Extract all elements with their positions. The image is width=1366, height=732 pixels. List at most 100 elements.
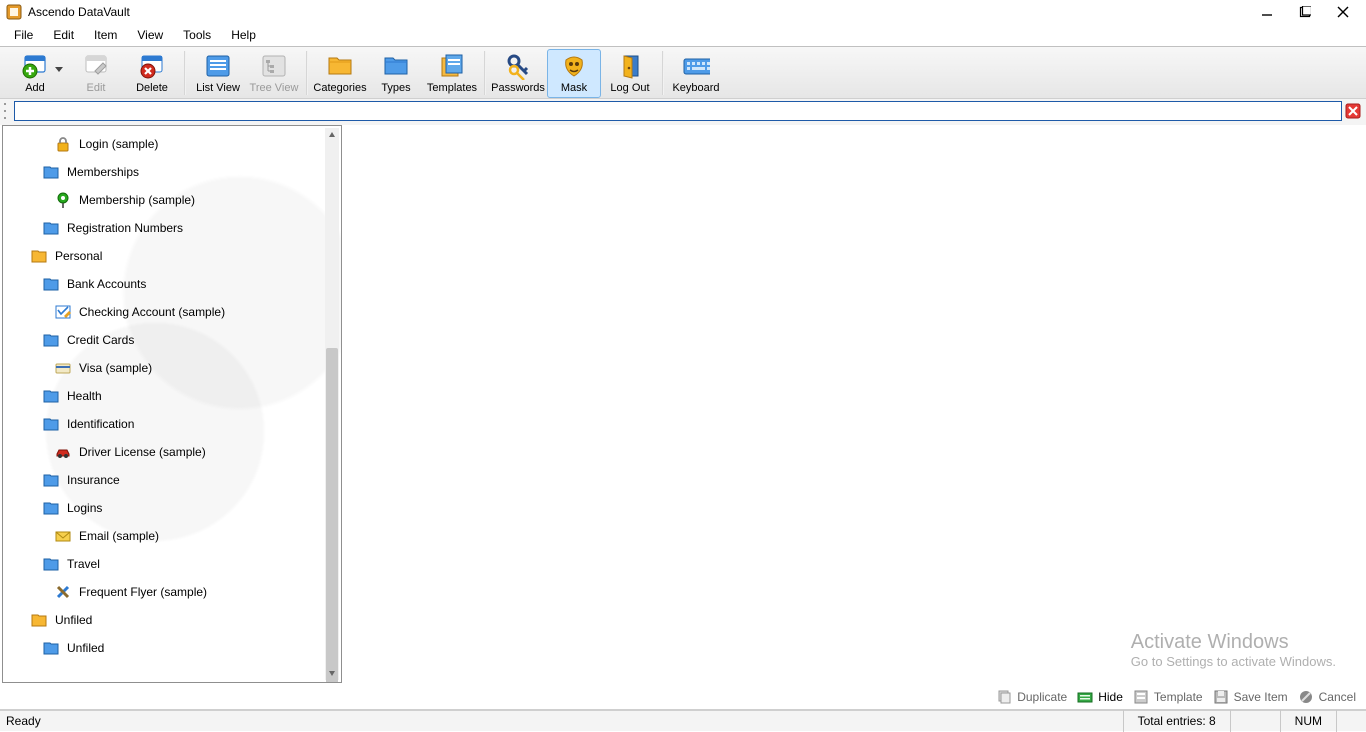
toolbar-categories-label: Categories (313, 82, 366, 94)
toolbar-grip (4, 101, 10, 121)
tree-node[interactable]: Unfiled (37, 634, 323, 662)
status-text: Ready (0, 714, 41, 728)
toolbar-logout-label: Log Out (610, 82, 649, 94)
tree-node-label: Driver License (sample) (79, 445, 206, 459)
action-template-button: Template (1133, 689, 1203, 705)
toolbar-passwords-label: Passwords (491, 82, 545, 94)
dropdown-caret-icon (55, 62, 63, 76)
tree-node[interactable]: Membership (sample) (49, 186, 323, 214)
search-input[interactable] (14, 101, 1342, 121)
folder-b-icon (41, 470, 61, 490)
tree-node[interactable]: Visa (sample) (49, 354, 323, 382)
folder-b-icon (41, 330, 61, 350)
save-icon (1213, 689, 1229, 705)
delete-icon (138, 52, 166, 80)
tree-node[interactable]: Credit Cards (37, 326, 323, 354)
tree-node-label: Login (sample) (79, 137, 158, 151)
toolbar-templates-button[interactable]: Templates (425, 49, 479, 98)
menu-help[interactable]: Help (221, 25, 266, 45)
tree-node[interactable]: Bank Accounts (37, 270, 323, 298)
folder-y-icon (326, 52, 354, 80)
toolbar-mask-button[interactable]: Mask (547, 49, 601, 98)
toolbar-listview-button[interactable]: List View (191, 49, 245, 98)
tree-node-label: Unfiled (55, 613, 92, 627)
clear-search-icon[interactable] (1344, 102, 1362, 120)
tree-node[interactable]: Frequent Flyer (sample) (49, 578, 323, 606)
keyboard-icon (682, 52, 710, 80)
folder-b-icon (41, 638, 61, 658)
tree-node-label: Memberships (67, 165, 139, 179)
mask-icon (560, 52, 588, 80)
action-duplicate-button: Duplicate (996, 689, 1067, 705)
tmpl-icon (1133, 689, 1149, 705)
check-icon (53, 302, 73, 322)
folder-b-icon (382, 52, 410, 80)
folder-y-icon (29, 246, 49, 266)
tree-node-label: Bank Accounts (67, 277, 146, 291)
tree-node[interactable]: Logins (37, 494, 323, 522)
action-cancel-label: Cancel (1319, 690, 1356, 704)
maximize-button[interactable] (1298, 5, 1312, 19)
folder-b-icon (41, 554, 61, 574)
tree-node[interactable]: Identification (37, 410, 323, 438)
tree-node-label: Unfiled (67, 641, 104, 655)
folder-b-icon (41, 274, 61, 294)
keys-icon (504, 52, 532, 80)
folder-b-icon (41, 498, 61, 518)
minimize-button[interactable] (1260, 5, 1274, 19)
tree-node[interactable]: Driver License (sample) (49, 438, 323, 466)
car-icon (53, 442, 73, 462)
lock-icon (53, 134, 73, 154)
tree-node[interactable]: Personal (25, 242, 323, 270)
action-saveitem-button: Save Item (1213, 689, 1288, 705)
menu-edit[interactable]: Edit (43, 25, 84, 45)
templates-icon (438, 52, 466, 80)
tree-node[interactable]: Unfiled (25, 606, 323, 634)
action-hide-button[interactable]: Hide (1077, 689, 1123, 705)
app-icon (6, 4, 22, 20)
toolbar-types-button[interactable]: Types (369, 49, 423, 98)
tree-node-label: Insurance (67, 473, 120, 487)
menu-tools[interactable]: Tools (173, 25, 221, 45)
toolbar-keyboard-button[interactable]: Keyboard (669, 49, 723, 98)
tree-node[interactable]: Registration Numbers (37, 214, 323, 242)
cancel-icon (1298, 689, 1314, 705)
status-numlock: NUM (1280, 710, 1336, 732)
edit-icon (82, 52, 110, 80)
folder-b-icon (41, 218, 61, 238)
toolbar-add-button[interactable]: Add (3, 49, 67, 98)
toolbar-categories-button[interactable]: Categories (313, 49, 367, 98)
tree-node[interactable]: Checking Account (sample) (49, 298, 323, 326)
toolbar-passwords-button[interactable]: Passwords (491, 49, 545, 98)
tree-node-label: Membership (sample) (79, 193, 195, 207)
tree-node-label: Credit Cards (67, 333, 134, 347)
add-icon (21, 52, 49, 80)
toolbar-treeview-button: Tree View (247, 49, 301, 98)
tree-node[interactable]: Email (sample) (49, 522, 323, 550)
tree-node[interactable]: Health (37, 382, 323, 410)
close-button[interactable] (1336, 5, 1350, 19)
toolbar-logout-button[interactable]: Log Out (603, 49, 657, 98)
tree-scrollbar[interactable] (325, 128, 339, 680)
action-duplicate-label: Duplicate (1017, 690, 1067, 704)
tree-node[interactable]: Insurance (37, 466, 323, 494)
tree-node[interactable]: Login (sample) (49, 130, 323, 158)
tree-node-label: Health (67, 389, 102, 403)
tree-node[interactable]: Travel (37, 550, 323, 578)
card-icon (53, 358, 73, 378)
detail-panel (344, 125, 1364, 683)
tree-node-label: Checking Account (sample) (79, 305, 225, 319)
menu-view[interactable]: View (127, 25, 173, 45)
tree-node-label: Personal (55, 249, 102, 263)
tree-node-label: Visa (sample) (79, 361, 152, 375)
action-cancel-button: Cancel (1298, 689, 1356, 705)
toolbar-templates-label: Templates (427, 82, 477, 94)
wrench-icon (53, 582, 73, 602)
menu-item[interactable]: Item (84, 25, 127, 45)
toolbar-delete-button[interactable]: Delete (125, 49, 179, 98)
toolbar-edit-label: Edit (87, 82, 106, 94)
tree-icon (260, 52, 288, 80)
menu-file[interactable]: File (4, 25, 43, 45)
toolbar-delete-label: Delete (136, 82, 168, 94)
tree-node[interactable]: Memberships (37, 158, 323, 186)
